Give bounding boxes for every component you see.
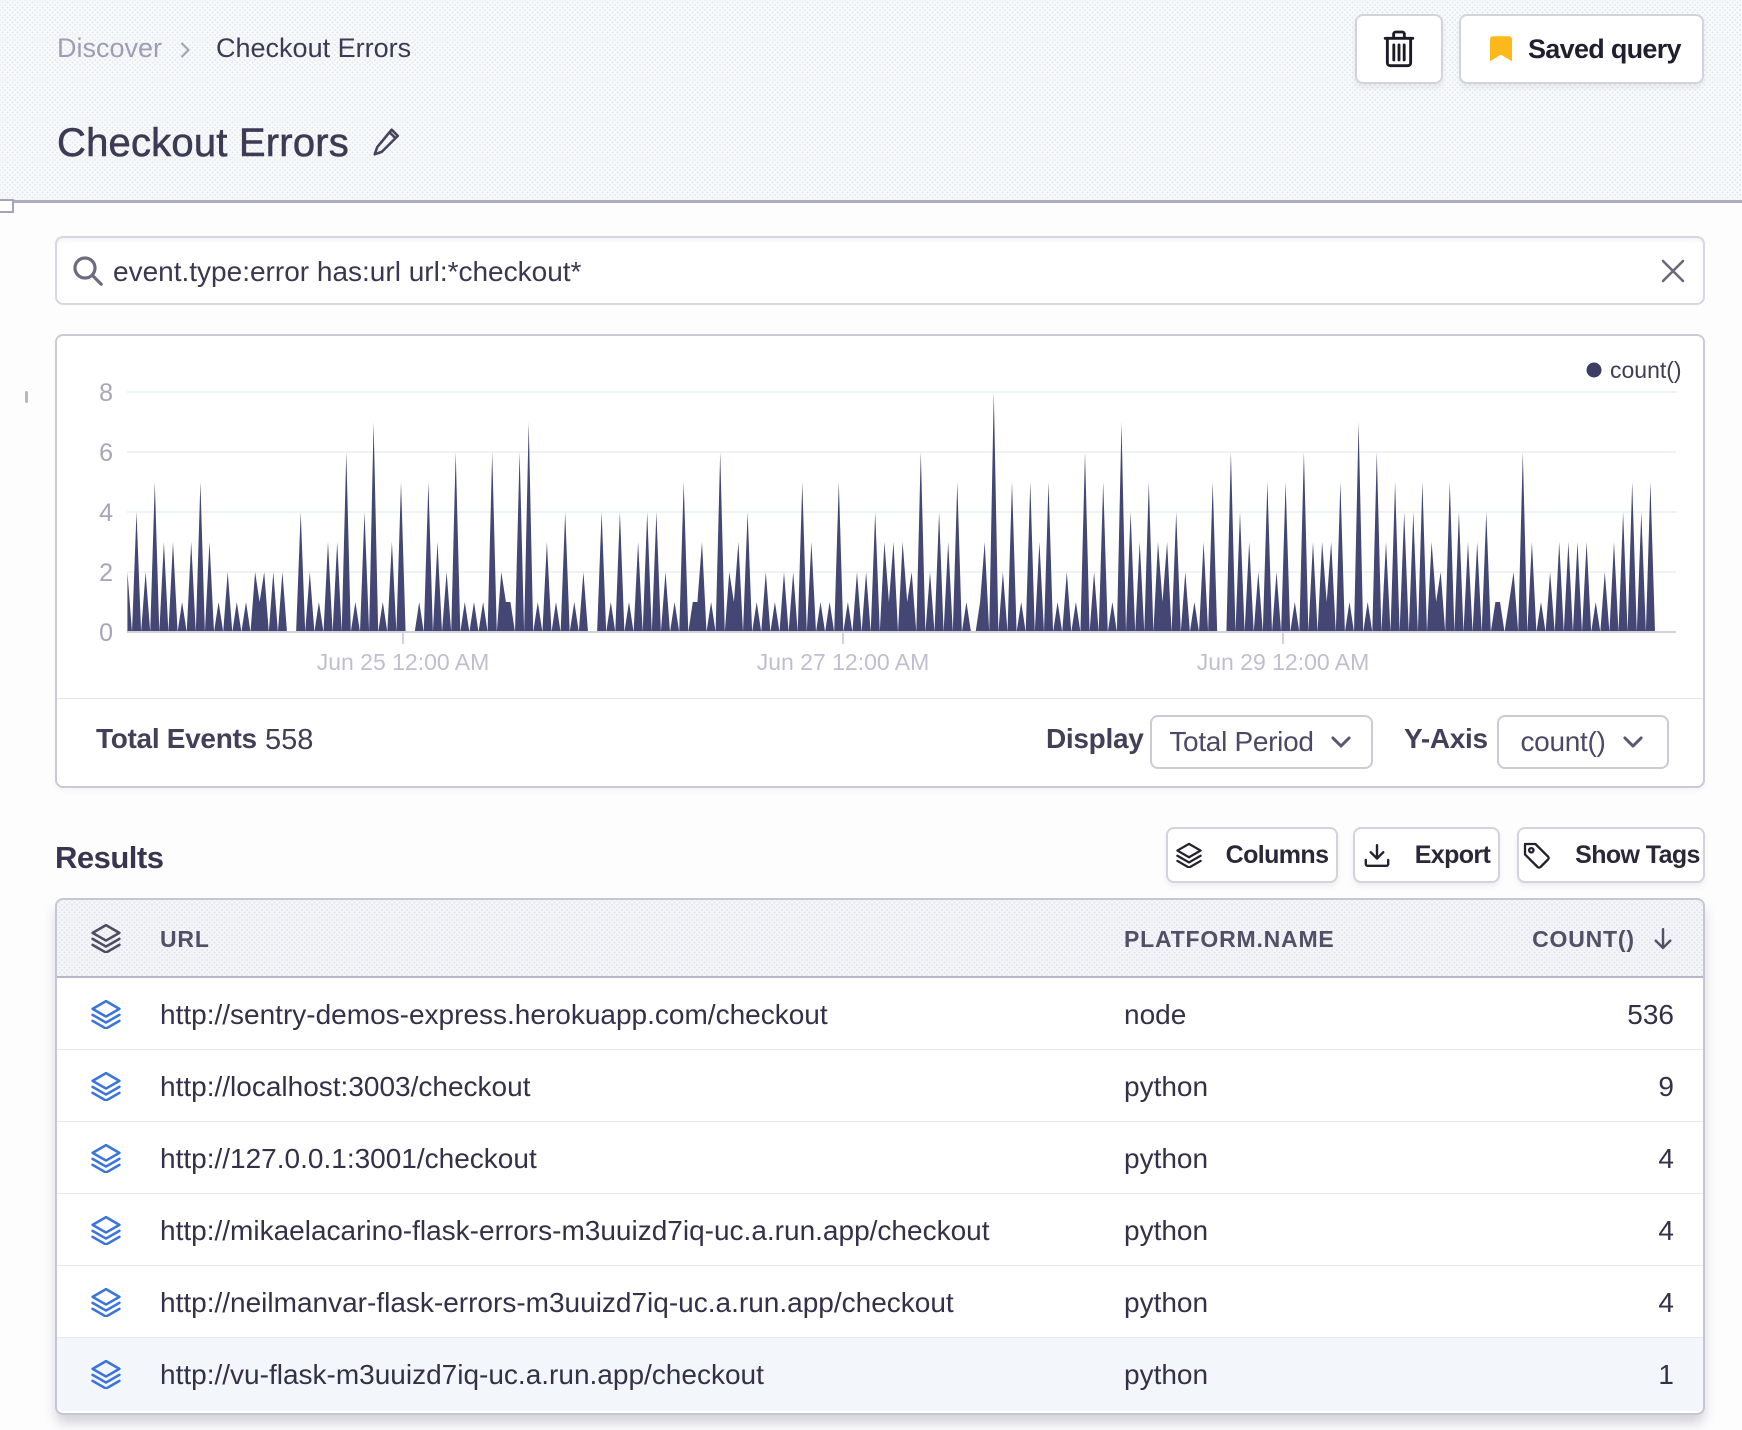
svg-text:2: 2 [99,559,113,587]
svg-text:0: 0 [99,619,113,647]
svg-text:count(): count() [1610,357,1682,383]
svg-text:Jun 25 12:00 AM: Jun 25 12:00 AM [317,649,490,675]
svg-text:6: 6 [99,439,113,467]
svg-text:Jun 27 12:00 AM: Jun 27 12:00 AM [757,649,930,675]
svg-text:4: 4 [99,499,113,527]
svg-text:Jun 29 12:00 AM: Jun 29 12:00 AM [1197,649,1370,675]
svg-text:8: 8 [99,379,113,407]
